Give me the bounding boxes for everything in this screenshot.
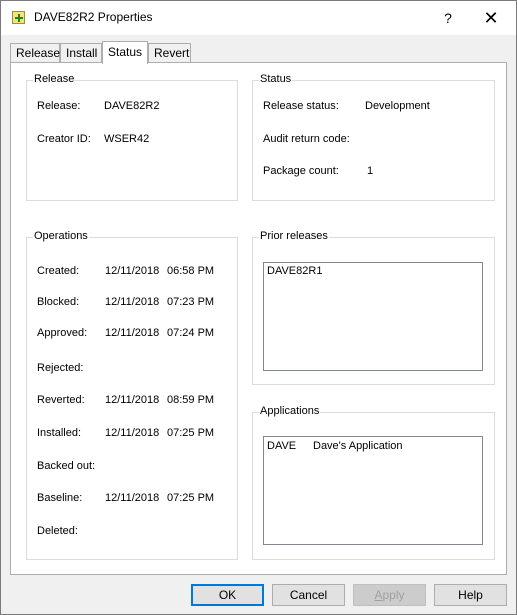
operation-time: 07:24 PM (167, 327, 215, 339)
tab-strip: Release Install Status Revert (1, 41, 516, 64)
ok-button[interactable]: OK (191, 584, 264, 606)
tab-status[interactable]: Status (102, 41, 148, 64)
operation-time: 07:25 PM (167, 492, 215, 504)
operations-group: Operations Created: 12/11/2018 06:58 PM … (26, 230, 238, 560)
prior-releases-group: Prior releases DAVE82R1 (252, 230, 495, 385)
operation-date: 12/11/2018 (105, 265, 160, 277)
operation-date: 12/11/2018 (105, 427, 160, 439)
release-app-icon (12, 11, 25, 24)
operation-time: 07:23 PM (167, 296, 215, 308)
application-code[interactable]: DAVE (267, 440, 296, 452)
apply-button[interactable]: Apply (353, 584, 426, 606)
operation-label: Backed out: (37, 460, 96, 472)
window-title: DAVE82R2 Properties (34, 10, 153, 24)
status-group-title: Status (259, 73, 293, 85)
operation-date: 12/11/2018 (105, 327, 160, 339)
tab-revert[interactable]: Revert (148, 43, 191, 63)
audit-return-code-label: Audit return code: (263, 133, 350, 145)
status-tab-panel: Release Release: DAVE82R2 Creator ID: WS… (10, 62, 507, 575)
operation-date: 12/11/2018 (105, 394, 160, 406)
operations-group-title: Operations (33, 230, 89, 242)
release-group: Release Release: DAVE82R2 Creator ID: WS… (26, 73, 238, 201)
operation-time: 08:59 PM (167, 394, 215, 406)
applications-list[interactable]: DAVE Dave's Application (263, 436, 483, 545)
close-icon[interactable]: ✕ (469, 5, 513, 31)
prior-releases-group-title: Prior releases (259, 230, 329, 242)
package-count-label: Package count: (263, 165, 339, 177)
prior-releases-list[interactable]: DAVE82R1 (263, 262, 483, 371)
operation-label: Baseline: (37, 492, 83, 504)
help-icon[interactable]: ? (426, 5, 470, 31)
operation-time: 06:58 PM (167, 265, 215, 277)
release-status-label: Release status: (263, 100, 339, 112)
release-status-value: Development (365, 100, 430, 112)
applications-group-title: Applications (259, 405, 321, 417)
operation-date: 12/11/2018 (105, 492, 160, 504)
properties-dialog: DAVE82R2 Properties ? ✕ Release Install … (0, 0, 517, 615)
apply-accelerator: A (374, 588, 383, 602)
help-button[interactable]: Help (434, 584, 507, 606)
operation-label: Deleted: (37, 525, 78, 537)
operation-label: Installed: (37, 427, 82, 439)
operation-label: Reverted: (37, 394, 85, 406)
operation-label: Blocked: (37, 296, 80, 308)
status-group: Status Release status: Development Audit… (252, 73, 495, 201)
operation-label: Approved: (37, 327, 88, 339)
title-bar: DAVE82R2 Properties ? ✕ (1, 1, 516, 35)
operation-label: Rejected: (37, 362, 84, 374)
cancel-button[interactable]: Cancel (272, 584, 345, 606)
release-label: Release: (37, 100, 81, 112)
tab-release[interactable]: Release (10, 43, 60, 63)
release-group-title: Release (33, 73, 76, 85)
operation-label: Created: (37, 265, 80, 277)
release-value: DAVE82R2 (104, 100, 160, 112)
package-count-value: 1 (367, 165, 374, 177)
apply-label-rest: pply (382, 588, 405, 602)
list-item[interactable]: DAVE82R1 (267, 265, 322, 277)
operation-time: 07:25 PM (167, 427, 215, 439)
application-name[interactable]: Dave's Application (313, 440, 403, 452)
operation-date: 12/11/2018 (105, 296, 160, 308)
creator-id-label: Creator ID: (37, 133, 91, 145)
tab-install[interactable]: Install (60, 43, 102, 63)
applications-group: Applications DAVE Dave's Application (252, 405, 495, 560)
creator-id-value: WSER42 (104, 133, 150, 145)
